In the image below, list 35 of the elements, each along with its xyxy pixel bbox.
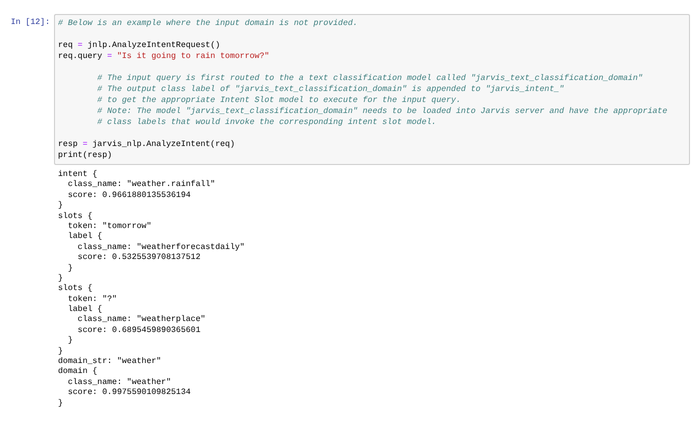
output-line: label { bbox=[66, 232, 102, 243]
output-line: score: 0.5325539708137512 bbox=[76, 253, 200, 264]
code-line: # The input query is first routed to the a text classification model called "jarvis_text_classification_domain" bbox=[97, 73, 643, 84]
output-line: token: "?" bbox=[66, 294, 117, 305]
code-line: resp = jarvis_nlp.AnalyzeIntent(req) bbox=[58, 139, 235, 150]
output-line: score: 0.6895459890365601 bbox=[76, 326, 200, 336]
output-line: score: 0.9975590109825134 bbox=[66, 388, 191, 399]
output-line: token: "tomorrow" bbox=[66, 222, 152, 232]
code-line: # The output class label of "jarvis_text_classification_domain" is appended to "jarvis_intent_" bbox=[97, 84, 564, 95]
code-line: print(resp) bbox=[58, 150, 112, 161]
output-line: class_name: "weatherforecastdaily" bbox=[76, 242, 245, 254]
output-line: class_name: "weather" bbox=[66, 378, 172, 388]
output-line: } bbox=[58, 201, 63, 212]
output-line: class_name: "weatherplace" bbox=[76, 315, 206, 326]
code-line: # Note: The model "jarvis_text_classification_domain" needs to be loaded into Jarvis server and have the appropriate bbox=[97, 106, 668, 117]
code-line: req = jnlp.AnalyzeIntentRequest() bbox=[58, 40, 220, 51]
output-line: domain_str: "weather" bbox=[58, 357, 162, 367]
code-input-area[interactable] bbox=[54, 14, 690, 165]
output-line: slots { bbox=[58, 212, 92, 222]
code-line: req.query = "Is it going to rain tomorrow?" bbox=[58, 51, 270, 62]
code-line: # Below is an example where the input domain is not provided. bbox=[58, 18, 358, 29]
output-line: label { bbox=[66, 305, 102, 315]
output-line: } bbox=[66, 264, 73, 274]
output-line: domain { bbox=[58, 367, 98, 378]
output-line: } bbox=[66, 336, 73, 347]
code-line: # to get the appropriate Intent Slot model to execute for the input query. bbox=[97, 95, 461, 106]
output-line: score: 0.9661880135536194 bbox=[66, 190, 191, 202]
output-line: slots { bbox=[58, 284, 92, 295]
output-line: } bbox=[58, 398, 63, 409]
code-line: # class labels that would invoke the corresponding intent slot model. bbox=[97, 117, 436, 128]
input-prompt: In [12]: bbox=[10, 17, 51, 27]
output-line: class_name: "weather.rainfall" bbox=[66, 180, 216, 191]
output-line: } bbox=[58, 346, 63, 357]
output-line: intent { bbox=[58, 170, 98, 180]
output-line: } bbox=[58, 274, 63, 284]
